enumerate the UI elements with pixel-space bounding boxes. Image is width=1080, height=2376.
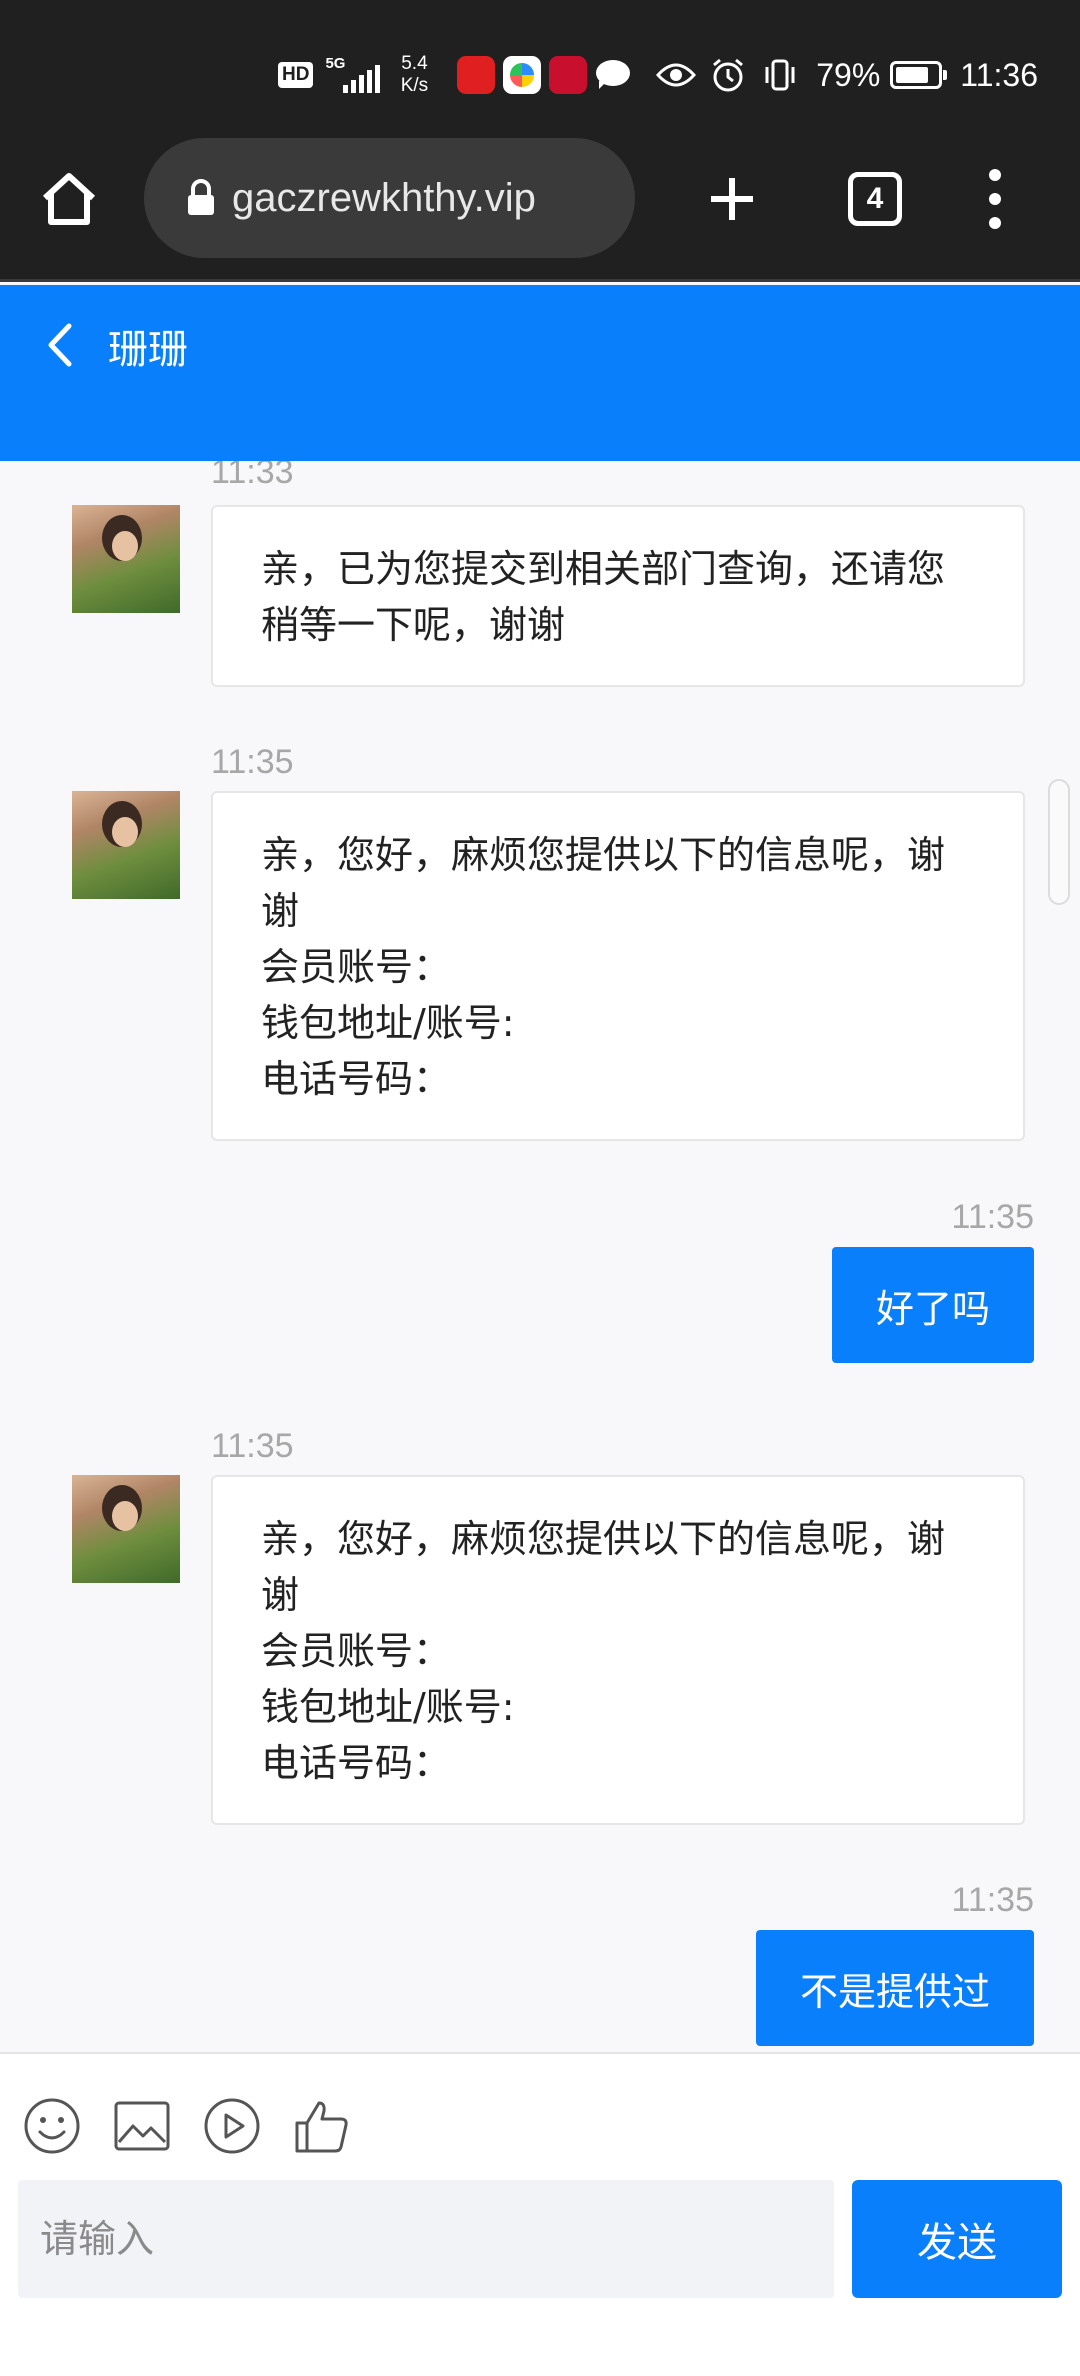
avatar[interactable] bbox=[72, 791, 180, 899]
network-label: 5G bbox=[325, 55, 346, 72]
address-bar[interactable]: gaczrewkhthy.vip bbox=[144, 138, 635, 258]
url-text: gaczrewkhthy.vip bbox=[232, 175, 536, 220]
message-timestamp: 11:35 bbox=[951, 1881, 1034, 1919]
outgoing-message: 好了吗 bbox=[831, 1247, 1034, 1363]
network-speed: 5.4 K/s bbox=[393, 53, 435, 97]
avatar[interactable] bbox=[72, 1475, 180, 1583]
incoming-message: 亲，您好，麻烦您提供以下的信息呢，谢 谢 会员账号： 钱包地址/账号: 电话号码… bbox=[211, 1475, 1025, 1825]
message-input[interactable] bbox=[18, 2180, 834, 2298]
video-button[interactable] bbox=[202, 2096, 262, 2156]
message-notification-icon bbox=[595, 59, 633, 91]
status-time: 11:36 bbox=[960, 56, 1038, 93]
incoming-message: 亲，已为您提交到相关部门查询，还请您 稍等一下呢，谢谢 bbox=[211, 505, 1025, 687]
like-button[interactable] bbox=[292, 2096, 352, 2156]
contact-name: 珊珊 bbox=[108, 327, 188, 373]
tab-switcher-button[interactable]: 4 bbox=[848, 172, 902, 226]
hd-badge: HD bbox=[278, 62, 314, 88]
scrollbar-thumb[interactable] bbox=[1048, 779, 1070, 905]
signal-icon: 5G bbox=[323, 55, 381, 95]
video-play-icon bbox=[204, 2098, 260, 2154]
alarm-icon bbox=[708, 55, 748, 95]
speed-unit: K/s bbox=[400, 75, 429, 96]
composer: 发送 bbox=[0, 2052, 1080, 2376]
home-icon bbox=[42, 173, 96, 225]
speed-value: 5.4 bbox=[401, 53, 428, 74]
status-bar: HD 5G 5.4 K/s 79% 11:36 bbox=[0, 0, 1080, 120]
send-button[interactable]: 发送 bbox=[852, 2180, 1062, 2298]
emoji-icon bbox=[24, 2098, 80, 2154]
plus-icon bbox=[711, 178, 753, 220]
message-timestamp: 11:35 bbox=[211, 1427, 294, 1465]
image-button[interactable] bbox=[112, 2096, 172, 2156]
battery-percent: 79% bbox=[816, 56, 881, 93]
new-tab-button[interactable] bbox=[700, 164, 764, 234]
back-button[interactable] bbox=[40, 315, 80, 375]
eye-icon bbox=[656, 55, 697, 95]
image-icon bbox=[114, 2101, 170, 2151]
home-button[interactable] bbox=[34, 164, 104, 234]
incoming-message: 亲，您好，麻烦您提供以下的信息呢，谢 谢 会员账号： 钱包地址/账号: 电话号码… bbox=[211, 791, 1025, 1141]
vibrate-icon bbox=[760, 55, 800, 95]
more-menu-button[interactable] bbox=[970, 164, 1020, 234]
avatar[interactable] bbox=[72, 505, 180, 613]
lock-icon bbox=[184, 178, 218, 218]
message-list[interactable]: 11:33 亲，已为您提交到相关部门查询，还请您 稍等一下呢，谢谢 11:35 … bbox=[0, 461, 1080, 2050]
message-timestamp: 11:35 bbox=[211, 743, 294, 781]
chevron-left-icon bbox=[48, 323, 72, 367]
emoji-button[interactable] bbox=[22, 2096, 82, 2156]
app-notification-icon bbox=[457, 56, 496, 94]
message-timestamp: 11:33 bbox=[211, 461, 294, 491]
thumbs-up-icon bbox=[295, 2101, 348, 2153]
battery-icon bbox=[890, 61, 948, 89]
browser-notification-icon bbox=[503, 56, 542, 94]
message-timestamp: 11:35 bbox=[951, 1198, 1034, 1236]
outgoing-message: 不是提供过 bbox=[755, 1930, 1034, 2046]
browser-toolbar: gaczrewkhthy.vip 4 bbox=[0, 120, 1080, 282]
chat-header: 珊珊 bbox=[0, 285, 1080, 461]
bank-notification-icon bbox=[549, 56, 588, 94]
